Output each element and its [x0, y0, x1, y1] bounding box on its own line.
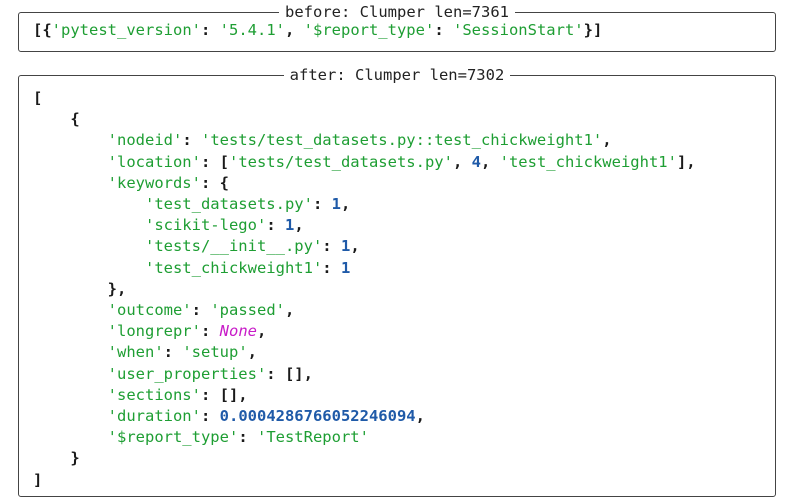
key-outcome: 'outcome'	[107, 301, 192, 320]
before-panel: before: Clumper len=7361 [{'pytest_versi…	[18, 3, 776, 52]
after-panel-title: after: Clumper len=7302	[283, 66, 511, 84]
val-duration: 0.0004286766052246094	[219, 407, 416, 426]
key-location: 'location'	[107, 152, 201, 171]
key-sections: 'sections'	[107, 385, 201, 404]
val-location-file: 'tests/test_datasets.py'	[228, 152, 453, 171]
before-panel-title: before: Clumper len=7361	[279, 3, 515, 21]
keyword-key: 'scikit-lego'	[144, 216, 267, 235]
before-key-pytest-version: 'pytest_version'	[51, 21, 201, 39]
keyword-key: 'tests/__init__.py'	[144, 237, 323, 256]
before-key-report-type: '$report_type'	[303, 21, 435, 39]
before-val-pytest-version: '5.4.1'	[219, 21, 285, 39]
keyword-val: 1	[331, 195, 341, 214]
val-location-line: 4	[471, 152, 481, 171]
keyword-val: 1	[284, 216, 295, 235]
keyword-key: 'test_chickweight1'	[144, 258, 323, 277]
after-code-block: [ { 'nodeid': 'tests/test_datasets.py::t…	[33, 89, 696, 489]
keyword-key: 'test_datasets.py'	[144, 195, 313, 214]
before-code-line: [{'pytest_version': '5.4.1', '$report_ty…	[33, 21, 603, 39]
val-outcome: 'passed'	[210, 301, 285, 320]
key-keywords: 'keywords'	[107, 173, 201, 192]
before-val-report-type: 'SessionStart'	[452, 21, 584, 39]
key-longrepr: 'longrepr'	[107, 322, 201, 341]
val-nodeid: 'tests/test_datasets.py::test_chickweigh…	[200, 131, 603, 150]
key-when: 'when'	[107, 343, 164, 362]
val-report-type: 'TestReport'	[256, 428, 369, 447]
key-user-properties: 'user_properties'	[107, 364, 267, 383]
keyword-val: 1	[340, 258, 351, 277]
key-report-type: '$report_type'	[107, 428, 239, 447]
keyword-val: 1	[340, 237, 351, 256]
val-when: 'setup'	[182, 343, 248, 362]
val-location-test: 'test_chickweight1'	[499, 152, 677, 171]
key-nodeid: 'nodeid'	[107, 131, 183, 150]
after-panel: after: Clumper len=7302 [ { 'nodeid': 't…	[18, 66, 776, 497]
val-longrepr: None	[219, 322, 257, 341]
key-duration: 'duration'	[107, 407, 201, 426]
